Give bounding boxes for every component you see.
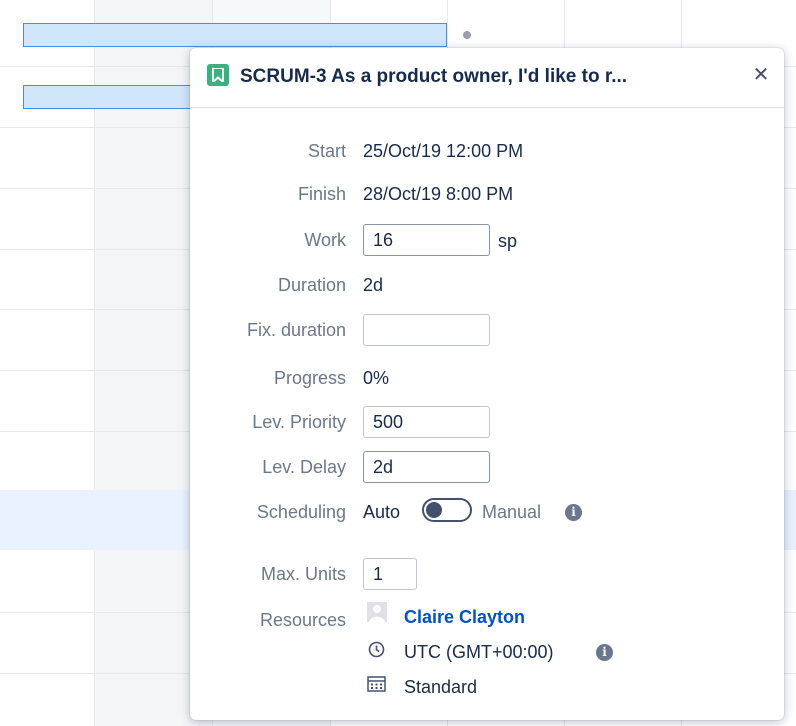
info-icon[interactable]: i — [596, 644, 613, 661]
progress-value: 0% — [363, 368, 390, 388]
popup-header: SCRUM-3 As a product owner, I'd like to … — [190, 48, 784, 108]
fix-duration-input[interactable] — [363, 314, 490, 346]
close-icon[interactable]: ✕ — [750, 64, 772, 86]
lev-priority-input[interactable]: 500 — [363, 406, 490, 438]
resources-label: Resources — [259, 610, 346, 630]
task-bar[interactable] — [23, 23, 447, 47]
start-value: 25/Oct/19 12:00 PM — [363, 141, 524, 161]
lev-delay-input[interactable]: 2d — [363, 451, 490, 483]
scheduling-manual-option[interactable]: Manual — [482, 502, 541, 523]
max-units-label: Max. Units — [260, 564, 346, 584]
info-icon[interactable]: i — [565, 504, 582, 521]
start-label: Start — [307, 141, 346, 161]
work-unit: sp — [498, 231, 518, 251]
timezone-value: UTC (GMT+00:00) — [404, 642, 554, 662]
scheduling-label: Scheduling — [256, 502, 346, 522]
toggle-knob — [426, 502, 442, 518]
clock-icon — [368, 641, 385, 658]
popup-title[interactable]: SCRUM-3 As a product owner, I'd like to … — [240, 66, 710, 88]
work-label: Work — [304, 230, 346, 250]
duration-label: Duration — [277, 275, 346, 295]
scheduling-auto-option[interactable]: Auto — [363, 502, 400, 523]
work-input[interactable]: 16 — [363, 224, 490, 256]
calendar-icon — [367, 676, 386, 692]
task-bar-selected[interactable] — [23, 85, 193, 109]
lev-priority-label: Lev. Priority — [252, 412, 346, 432]
milestone-dot[interactable] — [463, 31, 471, 39]
finish-value: 28/Oct/19 8:00 PM — [363, 184, 514, 204]
issue-details-popup: SCRUM-3 As a product owner, I'd like to … — [190, 48, 784, 720]
finish-label: Finish — [297, 184, 346, 204]
max-units-input[interactable]: 1 — [363, 558, 417, 590]
fix-duration-label: Fix. duration — [246, 320, 346, 340]
resource-name-link[interactable]: Claire Clayton — [404, 607, 525, 628]
progress-label: Progress — [273, 368, 346, 388]
user-avatar-icon — [367, 602, 387, 622]
bookmark-icon — [207, 64, 229, 86]
calendar-value: Standard — [404, 677, 478, 697]
duration-value: 2d — [363, 275, 384, 295]
scheduling-toggle[interactable] — [422, 498, 472, 522]
lev-delay-label: Lev. Delay — [262, 457, 346, 477]
